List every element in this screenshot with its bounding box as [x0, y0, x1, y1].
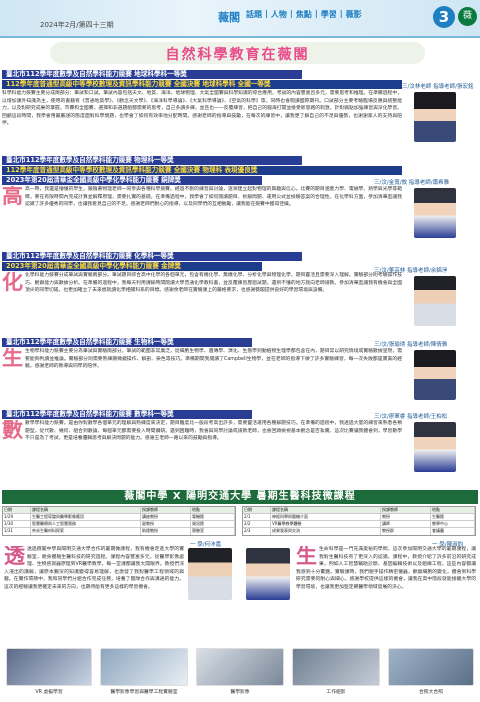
student-photo: [246, 548, 290, 600]
event-photo: [196, 648, 284, 686]
issue-date: 2024年2月/第四十三期: [40, 21, 114, 29]
headline: 112學年度普通型高級中等學校數理及資訊學科能力競賽 全國決賽 物理科 表現優良…: [2, 166, 402, 175]
table-row: 2/3 成果發表與交流 教授群 會議廳: [243, 528, 475, 535]
banner-title: 薇閣中學 X 陽明交通大學 暑期生醫科技微課程: [124, 491, 356, 502]
course-banner: 薇閣中學 X 陽明交通大學 暑期生醫科技微課程: [2, 490, 478, 504]
school-logo: 薇: [458, 7, 477, 26]
section-nav: 薇閣 話題 | 人物 | 焦點 | 學習 | 薇影: [218, 9, 362, 25]
headline: 臺北市112學年度數學及自然學科能力競賽 化學科一等獎: [2, 252, 302, 261]
table-header: 日期 課程名稱 授課教師 地點: [3, 507, 235, 514]
student-photo: [188, 548, 232, 600]
headline: 2023年第20屆清華盃全國高級中學化學科能力競賽 金牌獎: [2, 262, 262, 271]
photo-label: 醫學影像學習與醫學工程實驗室: [110, 690, 178, 695]
event-photo: [388, 648, 474, 686]
table-row: 1/31 奈米生醫材料探索 助理教授 實驗室: [3, 528, 235, 535]
student-photo: [414, 276, 456, 326]
newspaper-page: 2024年2月/第四十三期 薇閣 話題 | 人物 | 焦點 | 學習 | 薇影 3 薇 …: [0, 0, 480, 702]
student-photo: [414, 350, 456, 400]
table-header: 日期 課程名稱 授課教師 地點: [243, 507, 475, 514]
headline: 112學年度普通型高級中等學校數理及資訊學科能力競賽 全國決賽 地球科學科 全國…: [2, 80, 402, 89]
article-body: 數學學科能力競賽，是由你對數學各個單元的理解與熟練度來決定，題目難度比一般段考高…: [25, 421, 402, 442]
schedule-table-left: 日期 課程名稱 授課教師 地點 1/29 生醫工程導論與醫學影像應用 講座教授 …: [2, 506, 236, 536]
nav-item[interactable]: 學習: [321, 9, 337, 25]
article-body: 生命科學是一門充滿奧秘的學問，這次參加陽明交通大學的暑期課程，讓我對生醫科技有了…: [296, 547, 476, 590]
photo-label: 工作組影: [326, 690, 346, 695]
article-caption: 一 學/何沛嘉: [190, 542, 222, 548]
event-photo: [100, 648, 188, 686]
event-photo: [292, 648, 380, 686]
headline: 2023年第20屆清華盃全國高級中學化學科能力競賽 銅牌獎: [2, 176, 262, 185]
article-text: 化化學科能力競賽分成筆試與實驗兩部分。筆試題目綜合高中化學的各個單元，包含有機化…: [2, 272, 402, 294]
section-chemistry: 臺北市112學年度數學及自然學科能力競賽 化學科一等獎 2023年第20屆清華盃…: [2, 252, 478, 334]
article-text: 數數學學科能力競賽，是由你對數學各個單元的理解與熟練度來決定，題目難度比一般段考…: [2, 420, 402, 442]
article-body: 透過薇閣中學與陽明交通大學合作的暑期微課程，我有機會走進大學的實驗室，親身體驗生…: [4, 547, 184, 590]
nav-item[interactable]: 焦點: [296, 9, 312, 25]
student-photo: [414, 92, 456, 142]
student-photo: [414, 422, 456, 472]
headline: 臺北市112學年度數學及自然學科能力競賽 生物科一等獎: [2, 338, 252, 347]
article-text: 生生命科學是一門充滿奧秘的學問，這次參加陽明交通大學的暑期課程，讓我對生醫科技有…: [296, 546, 476, 590]
nav-item[interactable]: 薇影: [346, 9, 362, 25]
article-text: 透透過薇閣中學與陽明交通大學合作的暑期微課程，我有機會走進大學的實驗室，親身體驗…: [4, 546, 184, 590]
table-row: 2/1 神經科學與腦機介面 教授 生醫館: [243, 514, 475, 521]
schedule-table-right: 日期 課程名稱 授課教師 地點 2/1 神經科學與腦機介面 教授 生醫館 2/2…: [242, 506, 476, 536]
page-title: 自然科學教育在薇閣: [165, 47, 310, 63]
event-photo: [6, 648, 92, 686]
article-body: 高一時，我還是懵懂的學生，跟隨著物理老師一同參與各種科學競賽。經過不斷的練習與討…: [25, 187, 402, 208]
headline: 臺北市112學年度數學及自然學科能力競賽 物理科一等獎: [2, 156, 302, 165]
photo-caption: 三/汶/金寬/敘 指導老師/蕭希雅: [374, 180, 450, 186]
photo-label: VR 虛擬學習: [35, 690, 63, 695]
headline: 臺北市112學年度數學及自然學科能力競賽 數學科一等獎: [2, 410, 252, 419]
section-physics: 臺北市112學年度數學及自然學科能力競賽 物理科一等獎 112學年度普通型高級中…: [2, 156, 478, 248]
nav-item[interactable]: 人物: [271, 9, 287, 25]
article-text: 高高一時，我還是懵懂的學生，跟隨著物理老師一同參與各種科學競賽。經過不斷的練習與…: [2, 186, 402, 208]
article-text: 科學科能力競賽主要分成兩部分：筆試和口試。筆試內容包括天文、地質、海洋、地球物理…: [2, 91, 402, 127]
article-text: 生生物學科能力競賽主要分為筆試與實驗兩部分。筆試的範圍非常廣泛，從細胞生物學、遺…: [2, 348, 402, 370]
table-row: 1/29 生醫工程導論與醫學影像應用 講座教授 電機館: [3, 514, 235, 521]
page-header: 2024年2月/第四十三期 薇閣 話題 | 人物 | 焦點 | 學習 | 薇影 3 薇: [0, 0, 480, 38]
article-body: 化學科能力競賽分成筆試與實驗兩部分。筆試題目綜合高中化學的各個單元，包含有機化學…: [25, 273, 402, 294]
title-band: 自然科學教育在薇閣: [50, 42, 425, 64]
table-row: 1/30 智慧醫療與人工智慧實務 副教授 資訊館: [3, 521, 235, 528]
section-math: 臺北市112學年度數學及自然學科能力競賽 數學科一等獎 三/汶/廖軍睿 指導老師…: [2, 410, 478, 488]
photo-caption: 三/汶/張瑜琇 指導老師/陳倩雅: [374, 342, 448, 348]
table-row: 2/2 VR醫學教學體驗 講師 教學中心: [243, 521, 475, 528]
student-photo: [414, 188, 456, 238]
photo-caption: 三/汶林老師 指導老師/張宏銘: [402, 84, 474, 90]
photo-label: 合照大合照: [419, 690, 443, 695]
page-number: 3: [433, 6, 455, 28]
section-earth-science: 臺北市112學年度數學及自然學科能力競賽 地球科學科一等獎 112學年度普通型高…: [2, 70, 478, 152]
nav-title: 薇閣: [218, 11, 240, 24]
photo-caption: 三/汶/廖軍睿 指導老師/王柏松: [374, 414, 448, 420]
photo-label: 醫學影像: [230, 690, 250, 695]
article-body: 生物學科能力競賽主要分為筆試與實驗兩部分。筆試的範圍非常廣泛，從細胞生物學、遺傳…: [25, 349, 402, 370]
section-biology: 臺北市112學年度數學及自然學科能力競賽 生物科一等獎 三/汶/張瑜琇 指導老師…: [2, 338, 478, 408]
headline: 臺北市112學年度數學及自然學科能力競賽 地球科學科一等獎: [2, 70, 302, 79]
nav-item[interactable]: 話題: [246, 9, 262, 25]
